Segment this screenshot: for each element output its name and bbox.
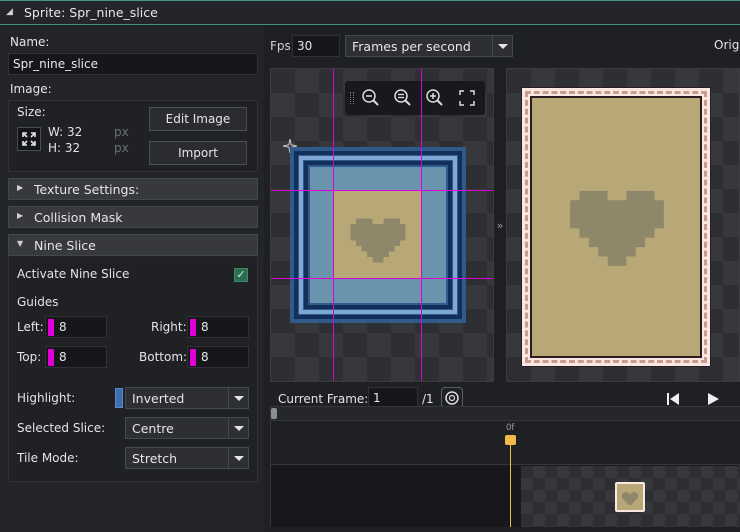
selected-slice-value: Centre [132, 421, 174, 436]
activate-nine-slice-label: Activate Nine Slice [17, 267, 130, 281]
name-label: Name: [10, 35, 50, 49]
current-frame-label: Current Frame: [278, 392, 369, 406]
tile-mode-label: Tile Mode: [17, 451, 79, 465]
left-guide-line[interactable] [333, 69, 334, 381]
scroll-handle[interactable] [271, 408, 277, 419]
frame-total: /1 [422, 392, 434, 406]
section-title: Collision Mask [34, 210, 123, 225]
right-guide-label: Right: [151, 320, 187, 334]
timeline-scrollbar[interactable] [271, 407, 740, 421]
highlight-color-swatch[interactable] [115, 388, 123, 408]
zoom-out-icon[interactable] [359, 86, 383, 110]
tile-mode-value: Stretch [132, 451, 178, 466]
frames-track[interactable] [271, 466, 740, 527]
section-title: Nine Slice [34, 238, 96, 253]
window-title: Sprite: Spr_nine_slice [24, 5, 158, 20]
height-value: 32 [64, 141, 81, 155]
fps-input[interactable]: 30 [292, 35, 340, 57]
bottom-guide-label: Bottom: [139, 350, 188, 364]
highlight-label: Highlight: [17, 391, 76, 405]
top-guide-label: Top: [17, 350, 42, 364]
fit-to-view-icon[interactable] [455, 86, 479, 110]
preview-heart-icon [570, 190, 664, 266]
thumbnail-heart-icon [621, 492, 639, 506]
frame-marker-label: 0f [506, 423, 515, 433]
chevron-down-icon [228, 418, 248, 438]
preview-nine-slice [521, 87, 711, 367]
resize-icon[interactable] [17, 127, 41, 151]
left-guide-input[interactable]: 8 [45, 316, 107, 338]
heart-icon [350, 218, 406, 263]
bottom-guide-line[interactable] [271, 278, 493, 279]
collapse-triangle-icon[interactable]: ◢ [6, 7, 13, 17]
collision-mask-section[interactable]: ▶ Collision Mask [8, 206, 258, 228]
name-field[interactable]: Spr_nine_slice [8, 53, 258, 75]
tile-mode-dropdown[interactable]: Stretch [125, 447, 249, 469]
zoom-in-icon[interactable] [423, 86, 447, 110]
bottom-guide-value: 8 [201, 350, 209, 364]
highlight-dropdown[interactable]: Inverted [125, 387, 249, 409]
selected-slice-dropdown[interactable]: Centre [125, 417, 249, 439]
guides-label: Guides [17, 295, 59, 309]
fps-label: Fps [270, 39, 291, 53]
preview-canvas [506, 68, 740, 382]
edit-image-button[interactable]: Edit Image [149, 107, 247, 131]
section-title: Texture Settings: [34, 182, 140, 197]
collapse-arrow-icon: ▼ [17, 239, 24, 248]
right-guide-input[interactable]: 8 [187, 316, 249, 338]
left-guide-value: 8 [59, 320, 67, 334]
bottom-guide-input[interactable]: 8 [187, 346, 249, 368]
editor-area: Fps 30 Frames per second Origi » Current… [264, 26, 740, 532]
size-label: Size: [17, 105, 46, 119]
left-guide-label: Left: [17, 320, 44, 334]
timeline[interactable]: 0f [270, 406, 740, 527]
import-button[interactable]: Import [149, 141, 247, 165]
top-guide-input[interactable]: 8 [45, 346, 107, 368]
chevron-down-icon [492, 36, 512, 56]
selected-slice-label: Selected Slice: [17, 421, 106, 435]
image-box: Size: W: 32 H: 32 px px Edit Image Impor… [8, 100, 258, 172]
expand-arrow-icon: ▶ [17, 211, 24, 220]
right-guide-value: 8 [201, 320, 209, 334]
title-bar: ◢ Sprite: Spr_nine_slice [0, 0, 740, 25]
sprite-highlight [290, 147, 466, 323]
height-label: H: [48, 141, 62, 155]
chevron-down-icon [228, 448, 248, 468]
properties-panel: Name: Spr_nine_slice Image: Size: W: 32 … [0, 26, 264, 532]
highlight-value: Inverted [132, 391, 185, 406]
splitter-chevron-icon[interactable]: » [494, 216, 506, 236]
top-guide-value: 8 [59, 350, 67, 364]
activate-nine-slice-checkbox[interactable]: ✓ [234, 268, 248, 282]
origin-label: Origi [714, 38, 740, 52]
playhead-marker[interactable] [505, 435, 516, 445]
playhead-line [510, 437, 511, 527]
centre-slice [334, 191, 422, 279]
zoom-toolbar [345, 81, 485, 115]
top-guide-line[interactable] [271, 190, 493, 191]
width-label: W: [48, 125, 64, 139]
width-unit: px [114, 125, 129, 139]
height-unit: px [114, 141, 129, 155]
nine-slice-section[interactable]: ▼ Nine Slice [8, 234, 258, 256]
drag-handle-icon[interactable] [350, 92, 354, 104]
expand-arrow-icon: ▶ [17, 183, 24, 192]
frame-thumbnail[interactable] [615, 482, 645, 512]
zoom-reset-icon[interactable] [391, 86, 415, 110]
texture-settings-section[interactable]: ▶ Texture Settings: [8, 178, 258, 200]
sprite-canvas[interactable] [270, 68, 494, 382]
speed-mode-dropdown[interactable]: Frames per second [345, 35, 513, 57]
right-guide-line[interactable] [421, 69, 422, 381]
chevron-down-icon [228, 388, 248, 408]
width-value: 32 [67, 125, 83, 139]
nine-slice-body: Activate Nine Slice ✓ Guides Left: 8 Rig… [8, 257, 258, 482]
speed-mode-value: Frames per second [352, 39, 471, 54]
image-label: Image: [10, 82, 52, 96]
